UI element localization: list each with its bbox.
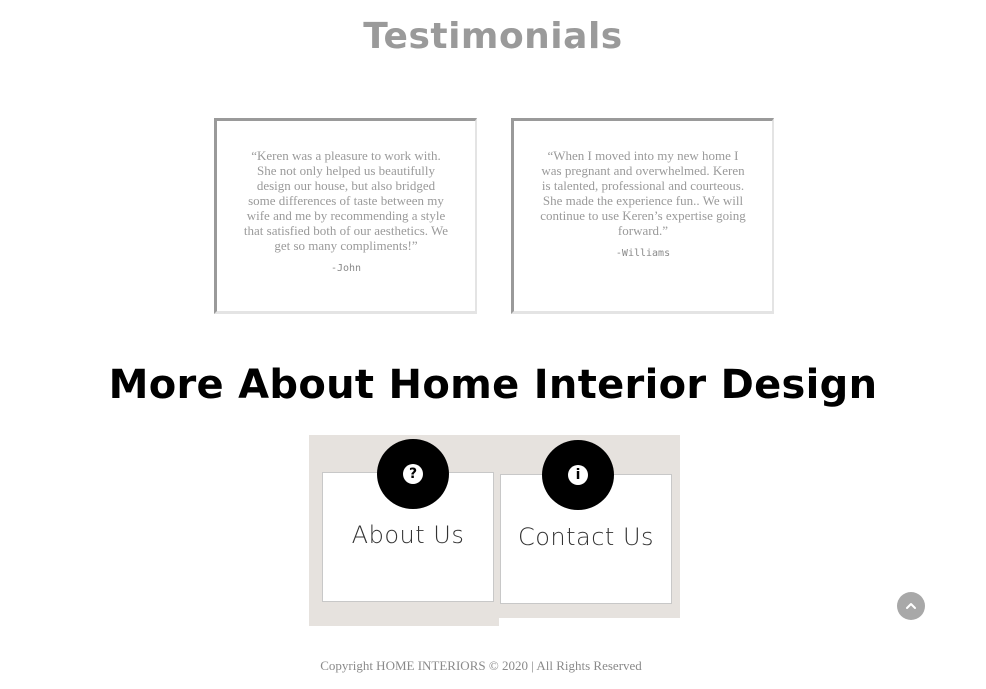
testimonial-quote: “Keren was a pleasure to work with. She … bbox=[243, 148, 449, 253]
info-circle-icon[interactable]: i bbox=[542, 440, 614, 510]
question-circle-icon[interactable]: ? bbox=[377, 439, 449, 509]
testimonial-quote: “When I moved into my new home I was pre… bbox=[540, 148, 746, 238]
testimonial-author: -John bbox=[330, 263, 362, 274]
testimonial-author: -Williams bbox=[615, 248, 671, 259]
contact-us-label: Contact Us bbox=[517, 523, 655, 551]
links-panel-tail bbox=[309, 618, 499, 626]
scroll-to-top-button[interactable] bbox=[897, 592, 925, 620]
footer-copyright: Copyright HOME INTERIORS © 2020 | All Ri… bbox=[320, 658, 642, 673]
testimonials-title: Testimonials bbox=[363, 16, 623, 57]
more-about-title: More About Home Interior Design bbox=[108, 362, 878, 408]
chevron-up-icon bbox=[906, 603, 916, 609]
question-glyph: ? bbox=[403, 464, 423, 484]
about-us-label: About Us bbox=[351, 521, 465, 549]
testimonial-card: “When I moved into my new home I was pre… bbox=[511, 118, 774, 314]
testimonial-card: “Keren was a pleasure to work with. She … bbox=[214, 118, 477, 314]
info-glyph: i bbox=[568, 465, 588, 485]
